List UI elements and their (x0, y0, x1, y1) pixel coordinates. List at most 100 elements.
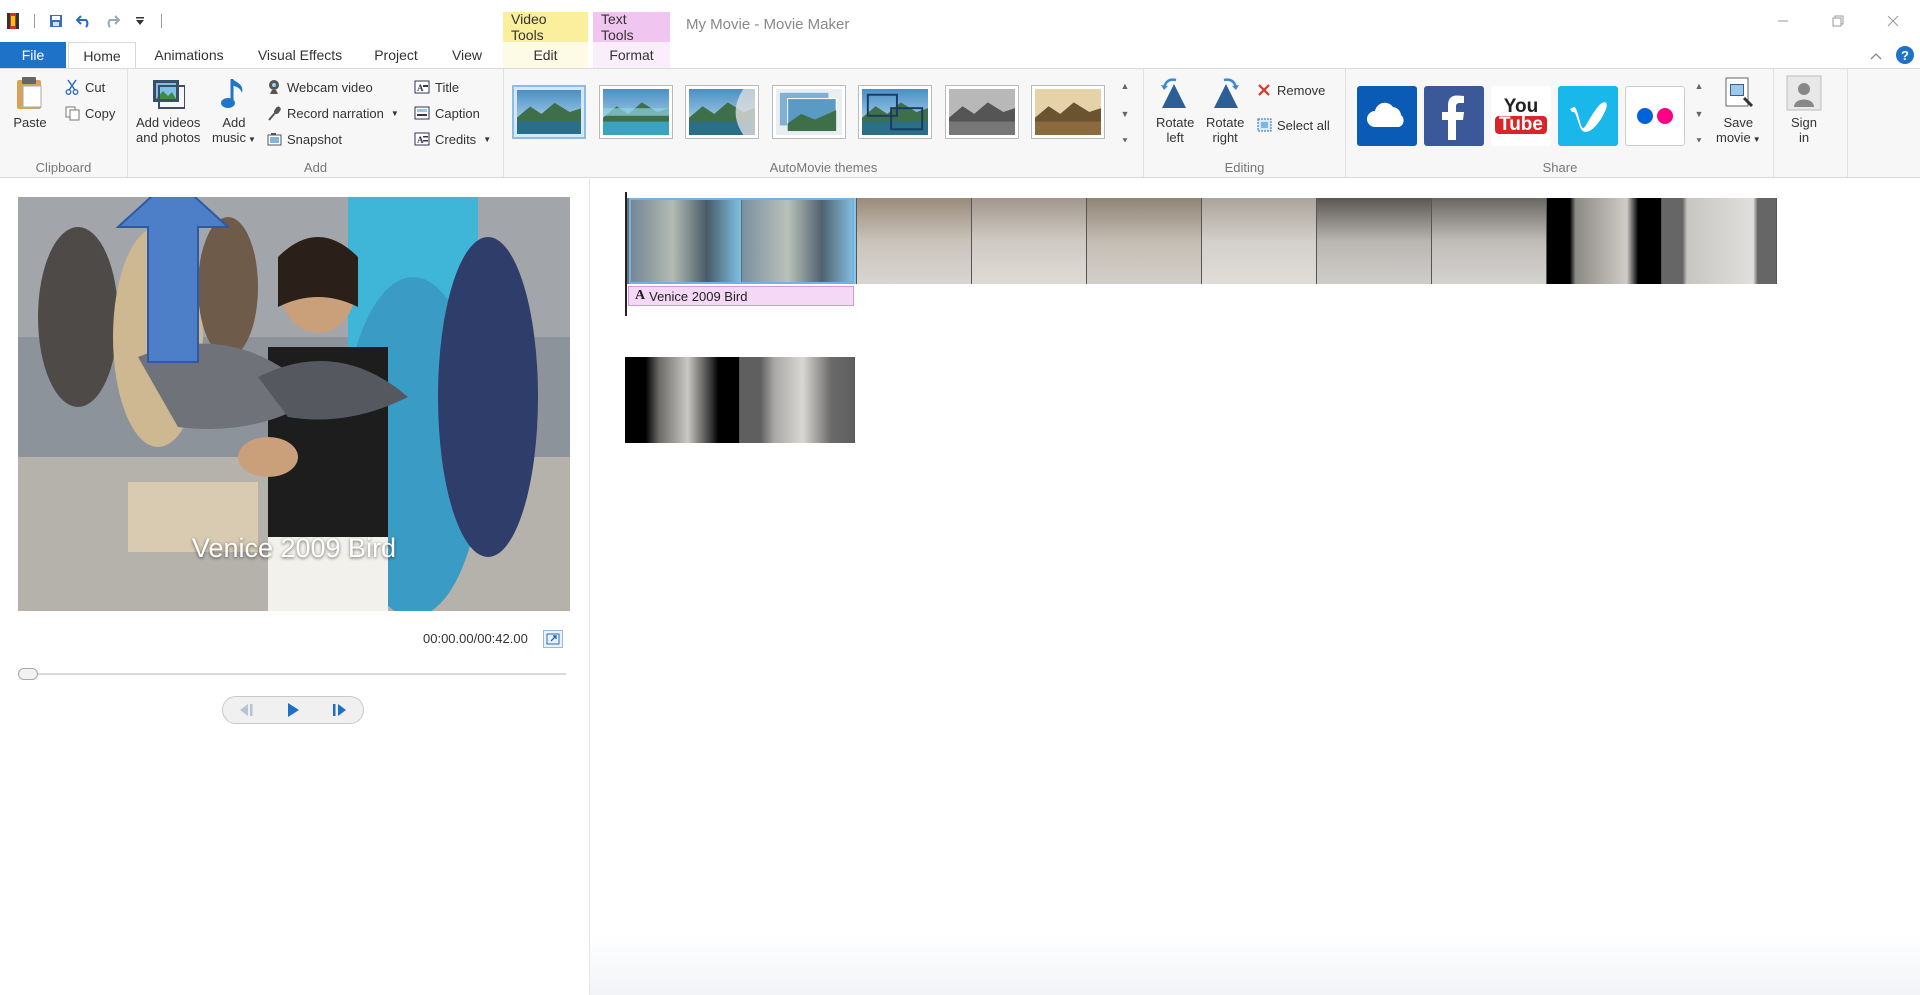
tab-project[interactable]: Project (362, 42, 430, 68)
ribbon-help-area: ? (1870, 42, 1914, 68)
add-group-label: Add (303, 160, 328, 175)
rotate-right-button[interactable]: Rotate right (1206, 75, 1244, 145)
theme-default[interactable] (512, 85, 586, 139)
clip-thumbnail[interactable] (1662, 198, 1777, 284)
onedrive-button[interactable] (1357, 86, 1417, 146)
clip-thumbnail[interactable] (972, 198, 1087, 284)
snapshot-icon (266, 131, 282, 147)
seek-bar[interactable] (18, 668, 566, 680)
app-icon[interactable] (2, 10, 24, 32)
window-title: My Movie - Movie Maker (686, 16, 850, 33)
add-videos-label-1: Add videos (136, 115, 201, 130)
webcam-icon (266, 79, 282, 95)
quick-access-toolbar (0, 0, 166, 42)
text-caption-icon: A (635, 288, 646, 303)
flickr-icon (1637, 108, 1673, 124)
snapshot-label: Snapshot (287, 131, 342, 147)
close-button[interactable] (1865, 0, 1920, 42)
gallery-more-icon[interactable]: ⯆ (1121, 136, 1128, 147)
minimize-button[interactable] (1755, 0, 1810, 42)
save-movie-label-2-text: movie (1716, 130, 1751, 145)
add-group: Add videos and photos Add music ▼ Webcam … (128, 69, 504, 177)
clip-thumbnail[interactable] (1432, 198, 1547, 284)
clip-thumbnail[interactable] (857, 198, 972, 284)
restore-button[interactable] (1810, 0, 1865, 42)
webcam-video-button[interactable]: Webcam video (266, 76, 373, 98)
video-preview[interactable]: Venice 2009 Bird (18, 197, 570, 611)
next-frame-button[interactable] (325, 699, 355, 721)
scroll-up-icon[interactable]: ▲ (1121, 81, 1130, 91)
webcam-video-label: Webcam video (287, 79, 373, 95)
cut-button[interactable]: Cut (64, 76, 105, 98)
youtube-button[interactable]: You Tube (1491, 86, 1551, 146)
record-narration-button[interactable]: Record narration ▼ (266, 102, 399, 124)
credits-icon: A (414, 131, 430, 147)
remove-button[interactable]: Remove (1256, 79, 1325, 101)
scroll-down-icon[interactable]: ▼ (1695, 109, 1704, 119)
theme-thumbnail-icon (517, 90, 581, 134)
save-movie-button[interactable]: Save movie ▼ (1716, 75, 1761, 147)
rotate-left-button[interactable]: Rotate left (1156, 75, 1194, 145)
paste-label: Paste (13, 115, 47, 130)
paste-icon (12, 75, 48, 111)
clip-thumbnail[interactable] (740, 357, 855, 443)
title-button[interactable]: A Title (414, 76, 459, 98)
customize-qat-icon[interactable] (129, 10, 151, 32)
tab-view[interactable]: View (442, 42, 492, 68)
tab-edit[interactable]: Edit (503, 42, 588, 68)
preview-pane: Venice 2009 Bird 00:00.00/00:42.00 (0, 179, 590, 995)
share-gallery-scroll[interactable]: ▲ ▼ ⯆ (1692, 81, 1706, 147)
clip-thumbnail[interactable] (1317, 198, 1432, 284)
previous-frame-button[interactable] (231, 699, 261, 721)
tab-animations[interactable]: Animations (145, 42, 233, 68)
copy-button[interactable]: Copy (64, 102, 115, 124)
facebook-button[interactable] (1424, 86, 1484, 146)
scroll-up-icon[interactable]: ▲ (1695, 81, 1704, 91)
collapse-ribbon-icon[interactable] (1870, 48, 1882, 63)
clip-thumbnail[interactable] (625, 357, 740, 443)
caption-icon (414, 105, 430, 121)
playhead[interactable] (625, 192, 627, 316)
redo-icon[interactable] (101, 10, 123, 32)
theme-fade[interactable] (772, 85, 846, 139)
sign-in-button[interactable]: Sign in (1786, 75, 1822, 145)
theme-black-and-white[interactable] (945, 85, 1019, 139)
clip-thumbnail[interactable] (1547, 198, 1662, 284)
clip-thumbnail[interactable] (1202, 198, 1317, 284)
ribbon-tab-row: File Home Animations Visual Effects Proj… (0, 42, 1920, 68)
undo-icon[interactable] (73, 10, 95, 32)
seek-thumb[interactable] (18, 668, 38, 680)
paste-button[interactable]: Paste (12, 75, 48, 130)
add-music-label-1: Add (222, 115, 246, 130)
remove-label: Remove (1277, 82, 1326, 98)
fullscreen-preview-button[interactable] (543, 630, 563, 648)
caption-button[interactable]: Caption (414, 102, 480, 124)
theme-pan-and-zoom[interactable] (858, 85, 932, 139)
editing-group: Rotate left Rotate right Remove Select a… (1144, 69, 1346, 177)
save-icon[interactable] (45, 10, 67, 32)
sign-in-label-1: Sign (1790, 115, 1818, 130)
tab-home[interactable]: Home (68, 42, 136, 68)
themes-gallery-scroll[interactable]: ▲ ▼ ⯆ (1118, 81, 1132, 147)
select-all-button[interactable]: Select all (1256, 114, 1330, 136)
theme-cinematic[interactable] (685, 85, 759, 139)
flickr-button[interactable] (1625, 86, 1685, 146)
clip-thumbnail[interactable] (1087, 198, 1202, 284)
theme-sepia[interactable] (1031, 85, 1105, 139)
tab-format[interactable]: Format (593, 42, 670, 68)
tab-visual-effects[interactable]: Visual Effects (250, 42, 350, 68)
theme-contemporary[interactable] (599, 85, 673, 139)
gallery-more-icon[interactable]: ⯆ (1695, 136, 1702, 147)
music-note-icon (216, 75, 252, 111)
snapshot-button[interactable]: Snapshot (266, 128, 342, 150)
playback-controls (222, 696, 364, 724)
vimeo-button[interactable] (1558, 86, 1618, 146)
help-icon[interactable]: ? (1896, 46, 1914, 64)
scroll-down-icon[interactable]: ▼ (1121, 109, 1130, 119)
caption-text-track[interactable]: A Venice 2009 Bird (628, 286, 854, 306)
add-videos-and-photos-button[interactable]: Add videos and photos (136, 75, 200, 145)
play-button[interactable] (278, 699, 308, 721)
tab-file[interactable]: File (0, 42, 66, 68)
credits-button[interactable]: A Credits ▼ (414, 128, 491, 150)
add-music-button[interactable]: Add music ▼ (212, 75, 256, 147)
